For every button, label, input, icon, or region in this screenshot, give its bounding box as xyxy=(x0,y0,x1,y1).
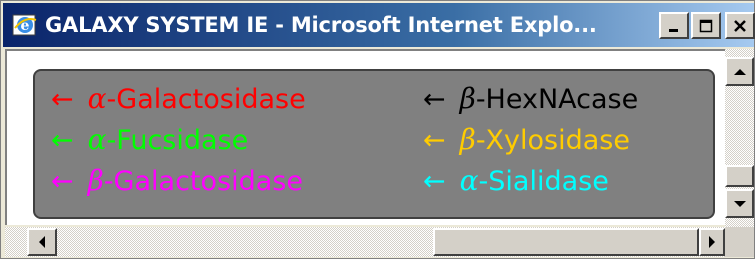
chevron-down-icon xyxy=(733,200,746,207)
left-arrow-icon: ← xyxy=(423,84,446,115)
minimize-icon xyxy=(669,28,678,32)
enzyme-name: -Fucsidase xyxy=(106,125,249,156)
enzyme-name: -Sialidase xyxy=(478,166,609,197)
scroll-up-button[interactable] xyxy=(725,57,754,86)
enzyme-name: -Xylosidase xyxy=(475,125,630,156)
enzyme-name: -HexNAcase xyxy=(475,84,639,115)
left-arrow-icon: ← xyxy=(423,125,446,156)
chevron-left-icon xyxy=(39,236,45,248)
minimize-button[interactable] xyxy=(659,12,689,39)
greek-letter: α xyxy=(459,164,479,197)
close-icon xyxy=(734,19,746,32)
scrollbar-corner xyxy=(725,227,754,257)
left-arrow-icon: ← xyxy=(51,84,74,115)
horizontal-scroll-thumb[interactable] xyxy=(433,228,699,256)
greek-letter: α xyxy=(87,123,107,156)
scroll-left-button[interactable] xyxy=(27,228,57,256)
scroll-right-button[interactable] xyxy=(699,228,725,256)
horizontal-scrollbar[interactable] xyxy=(5,227,725,257)
legend-item-beta-galactosidase: ← β-Galactosidase xyxy=(51,164,303,197)
ie-window: e GALAXY SYSTEM IE - Microsoft Internet … xyxy=(0,0,755,259)
left-arrow-icon: ← xyxy=(423,166,446,197)
vertical-scrollbar[interactable] xyxy=(725,49,754,227)
chevron-up-icon xyxy=(733,68,746,75)
title-bar[interactable]: e GALAXY SYSTEM IE - Microsoft Internet … xyxy=(3,3,755,47)
window-title: GALAXY SYSTEM IE - Microsoft Internet Ex… xyxy=(45,13,597,37)
legend-item-alpha-fucsidase: ← α-Fucsidase xyxy=(51,123,249,156)
greek-letter: α xyxy=(87,82,107,115)
enzyme-legend: ← α-Galactosidase ← α-Fucsidase ← β-Galacto… xyxy=(33,69,715,219)
legend-item-alpha-galactosidase: ← α-Galactosidase xyxy=(51,82,306,115)
legend-item-alpha-sialidase: ← α-Sialidase xyxy=(423,164,609,197)
greek-letter: β xyxy=(459,82,476,115)
chevron-right-icon xyxy=(709,236,715,248)
legend-item-beta-hexnacase: ← β-HexNAcase xyxy=(423,82,639,115)
maximize-icon xyxy=(699,19,713,32)
maximize-button[interactable] xyxy=(691,12,721,39)
left-arrow-icon: ← xyxy=(51,166,74,197)
left-arrow-icon: ← xyxy=(51,125,74,156)
greek-letter: β xyxy=(87,164,104,197)
greek-letter: β xyxy=(459,123,476,156)
close-button[interactable] xyxy=(725,12,755,39)
vertical-scroll-thumb[interactable] xyxy=(725,165,754,187)
enzyme-name: -Galactosidase xyxy=(103,166,303,197)
scroll-down-button[interactable] xyxy=(725,189,754,218)
page-content-area: ← α-Galactosidase ← α-Fucsidase ← β-Galacto… xyxy=(5,49,725,225)
legend-item-beta-xylosidase: ← β-Xylosidase xyxy=(423,123,630,156)
internet-explorer-icon[interactable]: e xyxy=(11,11,39,39)
enzyme-name: -Galactosidase xyxy=(106,84,306,115)
